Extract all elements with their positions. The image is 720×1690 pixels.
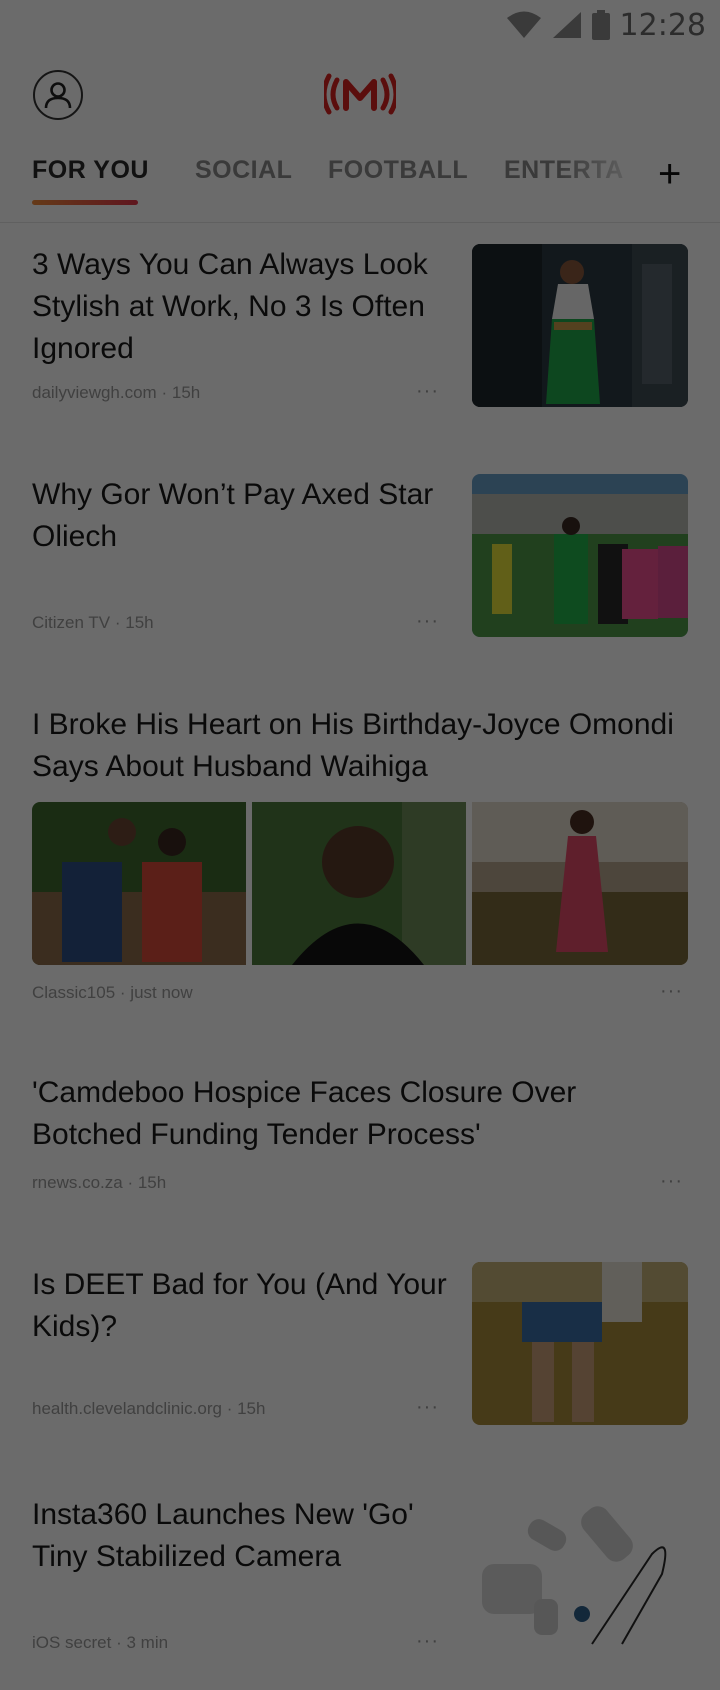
meta-separator: · bbox=[226, 1399, 233, 1418]
article-meta: Citizen TV · 15h bbox=[32, 613, 154, 633]
article-image-2 bbox=[252, 802, 466, 965]
article-source: Citizen TV bbox=[32, 613, 111, 632]
more-options-button[interactable]: ··· bbox=[416, 380, 439, 403]
m-broadcast-logo bbox=[324, 73, 396, 115]
article-title: Insta360 Launches New 'Go' Tiny Stabiliz… bbox=[32, 1498, 414, 1573]
article-card[interactable]: 3 Ways You Can Always Look Stylish at Wo… bbox=[32, 244, 688, 414]
article-time: 15h bbox=[237, 1399, 266, 1418]
article-card[interactable]: Why Gor Won’t Pay Axed Star Oliech Citiz… bbox=[32, 474, 688, 644]
article-time: 3 min bbox=[126, 1633, 169, 1652]
meta-separator: · bbox=[161, 383, 168, 402]
person-icon bbox=[44, 82, 72, 109]
tabs-fade bbox=[560, 150, 650, 200]
article-image-1 bbox=[32, 802, 246, 965]
article-source: health.clevelandclinic.org bbox=[32, 1399, 222, 1418]
tabs-divider bbox=[0, 222, 720, 223]
battery-icon bbox=[591, 10, 610, 40]
article-title: 'Camdeboo Hospice Faces Closure Over Bot… bbox=[32, 1076, 577, 1151]
article-title: 3 Ways You Can Always Look Stylish at Wo… bbox=[32, 248, 428, 365]
article-source: rnews.co.za bbox=[32, 1173, 123, 1192]
signal-icon bbox=[552, 12, 581, 38]
meta-separator: · bbox=[119, 983, 126, 1002]
football-photo bbox=[472, 474, 688, 637]
article-title: Is DEET Bad for You (And Your Kids)? bbox=[32, 1268, 447, 1343]
article-thumbnail bbox=[472, 1494, 688, 1657]
profile-button[interactable] bbox=[33, 70, 83, 120]
add-tab-icon[interactable]: + bbox=[658, 154, 681, 194]
portrait-photo bbox=[252, 802, 466, 965]
active-tab-indicator bbox=[32, 200, 138, 205]
couple-photo bbox=[32, 802, 246, 965]
more-options-button[interactable]: ··· bbox=[416, 610, 439, 633]
fashion-photo bbox=[472, 244, 688, 407]
article-image-3 bbox=[472, 802, 688, 965]
more-options-button[interactable]: ··· bbox=[660, 1170, 683, 1193]
article-time: 15h bbox=[171, 383, 201, 402]
camera-product-photo bbox=[472, 1494, 688, 1657]
article-time: 15h bbox=[125, 613, 154, 632]
status-time: 12:28 bbox=[619, 7, 706, 43]
article-thumbnail bbox=[472, 1262, 688, 1425]
meta-separator: · bbox=[127, 1173, 134, 1192]
article-time: 15h bbox=[137, 1173, 167, 1192]
article-source: Classic105 bbox=[32, 983, 116, 1002]
article-card[interactable]: 'Camdeboo Hospice Faces Closure Over Bot… bbox=[32, 1072, 688, 1202]
article-source: iOS secret bbox=[32, 1633, 112, 1652]
article-source: dailyviewgh.com bbox=[32, 383, 157, 402]
tab-football[interactable]: FOOTBALL bbox=[328, 156, 468, 185]
more-options-button[interactable]: ··· bbox=[416, 1630, 439, 1653]
article-title: Why Gor Won’t Pay Axed Star Oliech bbox=[32, 478, 434, 553]
tab-for-you[interactable]: FOR YOU bbox=[32, 156, 149, 185]
category-tabs: FOR YOU SOCIAL FOOTBALL ENTERTA + bbox=[0, 150, 720, 220]
article-meta: iOS secret · 3 min bbox=[32, 1633, 168, 1653]
app-bar bbox=[0, 60, 720, 128]
more-options-button[interactable]: ··· bbox=[416, 1396, 439, 1419]
red-dress-photo bbox=[472, 802, 688, 965]
field-photo bbox=[472, 1262, 688, 1425]
article-thumbnail bbox=[472, 474, 688, 637]
article-card[interactable]: I Broke His Heart on His Birthday-Joyce … bbox=[32, 704, 688, 1014]
status-bar: 12:28 bbox=[0, 0, 720, 50]
meta-separator: · bbox=[116, 1633, 122, 1652]
wifi-icon bbox=[506, 11, 541, 38]
article-time: just now bbox=[130, 983, 193, 1002]
more-options-button[interactable]: ··· bbox=[660, 980, 683, 1003]
article-card[interactable]: Insta360 Launches New 'Go' Tiny Stabiliz… bbox=[32, 1494, 688, 1664]
article-meta: health.clevelandclinic.org · 15h bbox=[32, 1399, 265, 1419]
tab-social[interactable]: SOCIAL bbox=[195, 156, 292, 185]
article-meta: rnews.co.za · 15h bbox=[32, 1173, 166, 1193]
article-meta: dailyviewgh.com · 15h bbox=[32, 383, 200, 403]
article-thumbnail bbox=[472, 244, 688, 407]
article-title: I Broke His Heart on His Birthday-Joyce … bbox=[32, 708, 674, 783]
article-card[interactable]: Is DEET Bad for You (And Your Kids)? hea… bbox=[32, 1262, 688, 1434]
meta-separator: · bbox=[114, 613, 121, 632]
article-meta: Classic105 · just now bbox=[32, 983, 193, 1003]
